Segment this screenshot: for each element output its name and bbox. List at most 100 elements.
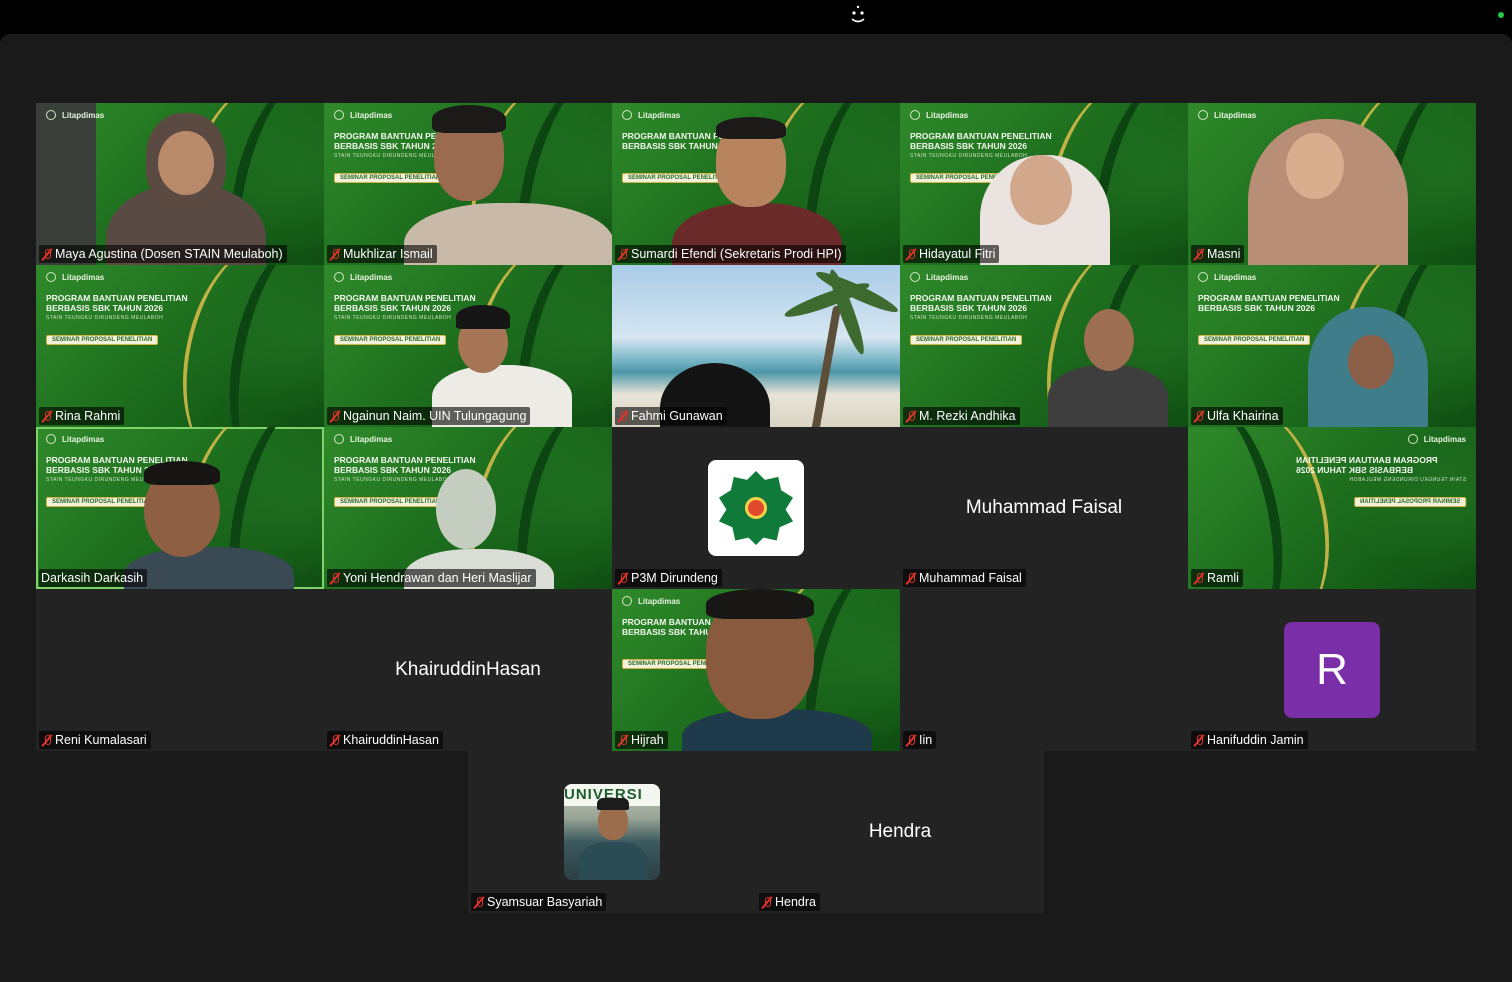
ministry-logo-icon <box>910 272 920 282</box>
mic-muted-icon <box>41 409 53 423</box>
mic-muted-icon <box>1193 571 1205 585</box>
video-tile[interactable]: P3M Dirundeng <box>612 427 900 589</box>
participant-display-name: Muhammad Faisal <box>965 497 1123 518</box>
video-tile[interactable]: Litapdimas PROGRAM BANTUAN PENELITIAN BE… <box>900 265 1188 427</box>
video-tile-active-speaker[interactable]: Litapdimas PROGRAM BANTUAN PENELITIAN BE… <box>36 427 324 589</box>
participant-name: Sumardi Efendi (Sekretaris Prodi HPI) <box>631 247 842 261</box>
mic-muted-icon <box>473 895 485 909</box>
video-tile[interactable]: Hendra Hendra <box>756 751 1044 913</box>
slide-pill: SEMINAR PROPOSAL PENELITIAN <box>334 497 447 507</box>
mic-muted-icon <box>905 733 917 747</box>
slide-title: PROGRAM BANTUAN PENELITIAN BERBASIS SBK … <box>1198 293 1340 313</box>
video-tile[interactable]: Litapdimas PROGRAM BANTUAN PENELITIAN BE… <box>1188 265 1476 427</box>
participant-name-tag: Masni <box>1191 245 1245 263</box>
slide-pill: SEMINAR PROPOSAL PENELITIAN <box>1198 335 1311 345</box>
participant-name-tag: Sumardi Efendi (Sekretaris Prodi HPI) <box>615 245 846 263</box>
slide-subtitle: STAIN TEUNGKU DIRUNDENG MEULABOH <box>334 315 452 321</box>
participant-name-tag: Ulfa Khairina <box>1191 407 1283 425</box>
video-tile[interactable]: KhairuddinHasan KhairuddinHasan <box>324 589 612 751</box>
participant-name: Ramli <box>1207 571 1239 585</box>
slide-pill: SEMINAR PROPOSAL PENELITIAN <box>910 335 1023 345</box>
participant-name: Masni <box>1207 247 1241 261</box>
participant-avatar: R <box>1284 622 1380 718</box>
participant-avatar <box>708 460 804 556</box>
participant-name-tag: Yoni Hendrawan dan Heri Maslijar <box>327 569 536 587</box>
video-tile[interactable]: Litapdimas PROGRAM BANTUAN PENELITIAN BE… <box>1188 427 1476 589</box>
slide-pill: SEMINAR PROPOSAL PENELITIAN <box>46 497 159 507</box>
slide-logo-text: Litapdimas <box>350 110 393 120</box>
mic-muted-icon <box>617 247 629 261</box>
ministry-logo-icon <box>46 272 56 282</box>
video-tile[interactable]: Litapdimas PROGRAM BANTUAN PENELITIAN BE… <box>900 103 1188 265</box>
participant-name-tag: Hidayatul Fitri <box>903 245 1000 263</box>
participant-display-name: Hendra <box>868 821 932 842</box>
participant-name: Maya Agustina (Dosen STAIN Meulaboh) <box>55 247 283 261</box>
video-tile[interactable]: Litapdimas PROGRAM BANTUAN PENELITIAN BE… <box>324 265 612 427</box>
participant-name-tag: Hijrah <box>615 731 668 749</box>
participant-name-tag: P3M Dirundeng <box>615 569 722 587</box>
slide-subtitle: STAIN TEUNGKU DIRUNDENG MEULABOH <box>910 153 1028 159</box>
video-tile[interactable]: UNIVERSI Syamsuar Basyariah <box>468 751 756 913</box>
slide-subtitle: STAIN TEUNGKU DIRUNDENG MEULABOH <box>910 315 1028 321</box>
mic-muted-icon <box>329 733 341 747</box>
slide-subtitle: STAIN TEUNGKU DIRUNDENG MEULABOH <box>1348 477 1466 483</box>
participant-name: M. Rezki Andhika <box>919 409 1016 423</box>
slide-pill: SEMINAR PROPOSAL PENELITIAN <box>46 335 159 345</box>
mic-muted-icon <box>761 895 773 909</box>
participant-name: Muhammad Faisal <box>919 571 1022 585</box>
camera-face-icon[interactable] <box>846 4 870 28</box>
slide-logo-text: Litapdimas <box>62 110 105 120</box>
video-tile[interactable]: Litapdimas PROGRAM BANTUAN PENELITIAN BE… <box>612 589 900 751</box>
mic-muted-icon <box>41 247 53 261</box>
participant-name-tag: Darkasih Darkasih <box>39 569 148 587</box>
ministry-logo-icon <box>622 596 632 606</box>
mic-muted-icon <box>617 733 629 747</box>
slide-logo-text: Litapdimas <box>926 110 969 120</box>
camera-indicator-icon <box>1498 12 1504 18</box>
mic-muted-icon <box>617 409 629 423</box>
participant-name-tag: Maya Agustina (Dosen STAIN Meulaboh) <box>39 245 287 263</box>
video-tile[interactable]: Litapdimas PROGRAM BANTUAN PENELITIAN BE… <box>324 103 612 265</box>
slide-title: PROGRAM BANTUAN PENELITIAN BERBASIS SBK … <box>910 293 1052 313</box>
slide-logo-text: Litapdimas <box>926 272 969 282</box>
video-tile[interactable]: Reni Kumalasari <box>36 589 324 751</box>
ministry-logo-icon <box>910 110 920 120</box>
slide-logo-text: Litapdimas <box>1423 434 1466 444</box>
mic-muted-icon <box>905 571 917 585</box>
slide-logo-text: Litapdimas <box>350 272 393 282</box>
video-tile[interactable]: Litapdimas PROGRAM BANTUAN PENELITIAN BE… <box>324 427 612 589</box>
participant-name: Rina Rahmi <box>55 409 121 423</box>
slide-title: PROGRAM BANTUAN PENELITIAN BERBASIS SBK … <box>910 131 1052 151</box>
participant-name-tag: Rina Rahmi <box>39 407 125 425</box>
video-tile[interactable]: R Hanifuddin Jamin <box>1188 589 1476 751</box>
participant-name: Hijrah <box>631 733 664 747</box>
mic-muted-icon <box>1193 247 1205 261</box>
ministry-logo-icon <box>334 272 344 282</box>
slide-logo-text: Litapdimas <box>62 272 105 282</box>
participant-avatar: UNIVERSI <box>564 784 660 880</box>
video-tile[interactable]: Litapdimas Masni <box>1188 103 1476 265</box>
participant-name: Syamsuar Basyariah <box>487 895 603 909</box>
participant-name-tag: Iin <box>903 731 937 749</box>
slide-pill: SEMINAR PROPOSAL PENELITIAN <box>334 335 447 345</box>
participant-name: Ulfa Khairina <box>1207 409 1279 423</box>
participant-name-tag: KhairuddinHasan <box>327 731 443 749</box>
video-tile[interactable]: Fahmi Gunawan <box>612 265 900 427</box>
mic-muted-icon <box>905 409 917 423</box>
slide-logo-text: Litapdimas <box>1214 110 1257 120</box>
video-tile[interactable]: Litapdimas Maya Agustina (Dosen STAIN Me… <box>36 103 324 265</box>
participant-name-tag: Hendra <box>759 893 820 911</box>
mic-muted-icon <box>617 571 629 585</box>
meeting-window: Litapdimas Maya Agustina (Dosen STAIN Me… <box>0 34 1512 982</box>
video-tile[interactable]: Iin <box>900 589 1188 751</box>
video-tile[interactable]: Litapdimas PROGRAM BANTUAN PENELITIAN BE… <box>612 103 900 265</box>
slide-subtitle: STAIN TEUNGKU DIRUNDENG MEULABOH <box>46 315 164 321</box>
participant-display-name: KhairuddinHasan <box>395 659 541 680</box>
slide-logo-text: Litapdimas <box>62 434 105 444</box>
mic-muted-icon <box>905 247 917 261</box>
participant-name: Mukhlizar Ismail <box>343 247 433 261</box>
participant-name-tag: Reni Kumalasari <box>39 731 151 749</box>
video-tile[interactable]: Litapdimas PROGRAM BANTUAN PENELITIAN BE… <box>36 265 324 427</box>
participant-name-tag: Ngainun Naim. UIN Tulungagung <box>327 407 531 425</box>
video-tile[interactable]: Muhammad Faisal Muhammad Faisal <box>900 427 1188 589</box>
